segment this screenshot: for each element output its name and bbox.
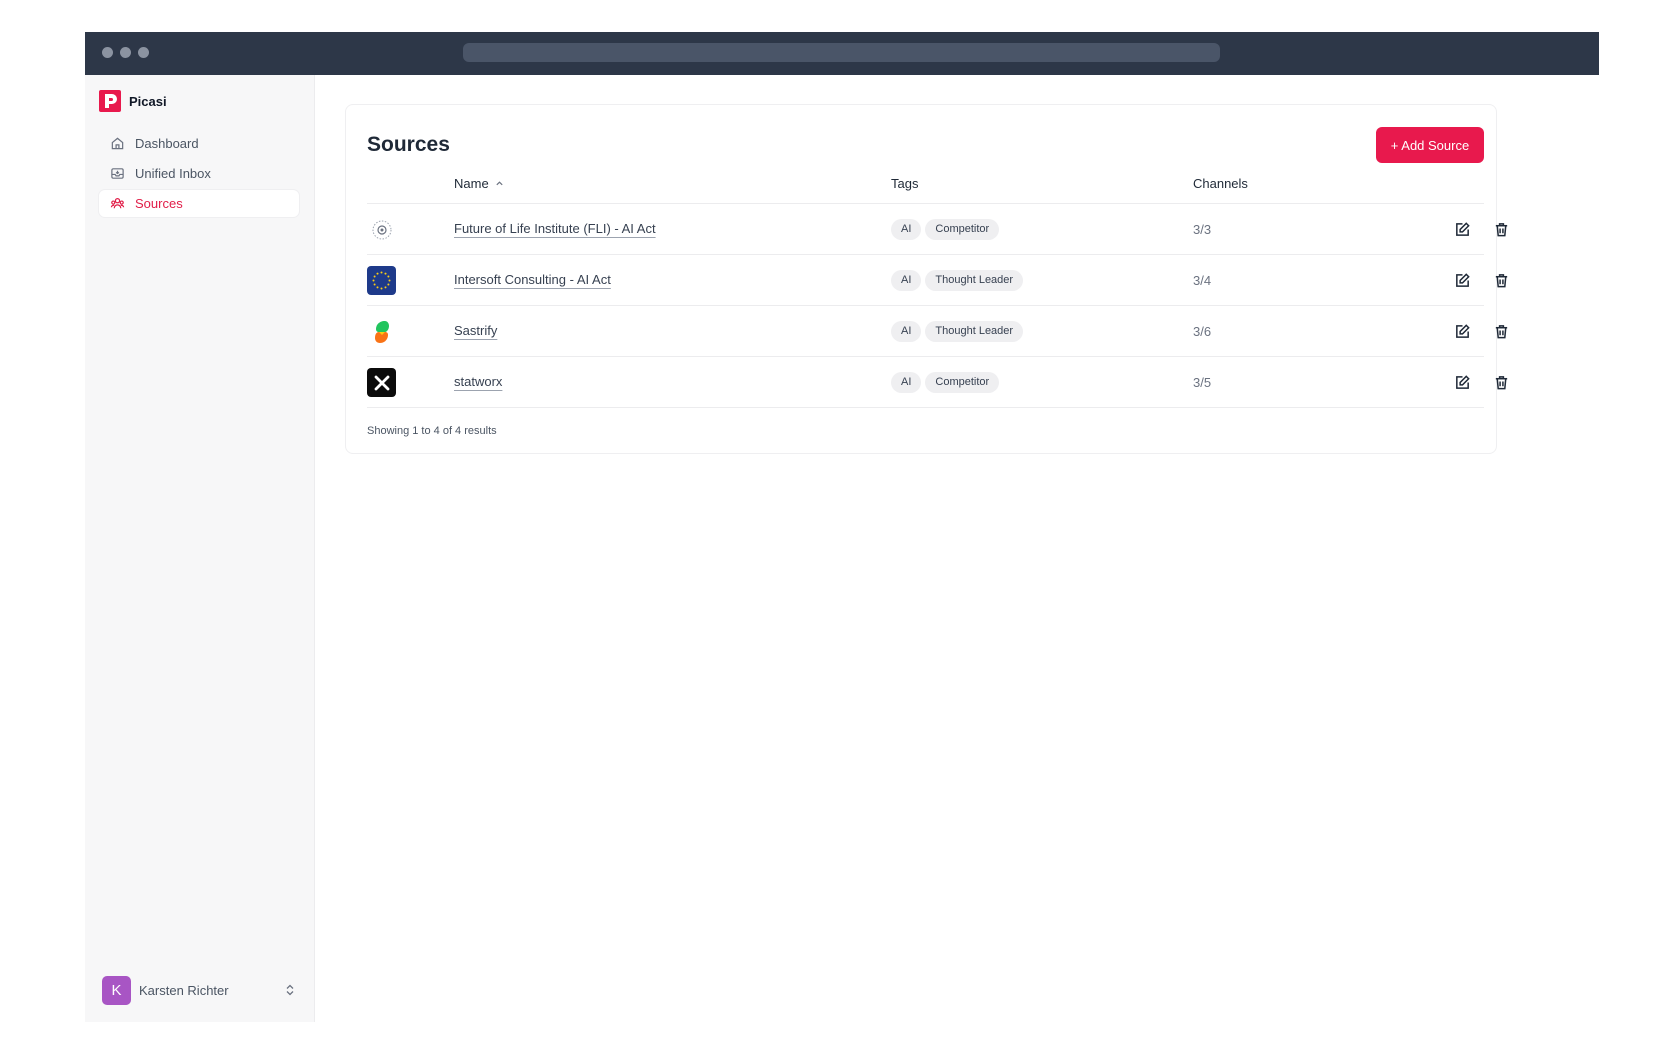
column-header-channels: Channels bbox=[1193, 176, 1248, 191]
tag-badge: AI bbox=[891, 270, 922, 291]
tag-badge: AI bbox=[891, 219, 922, 240]
column-header-tags: Tags bbox=[891, 176, 918, 191]
edit-button[interactable] bbox=[1453, 373, 1472, 392]
eu-stars-icon bbox=[372, 271, 391, 290]
trash-icon bbox=[1495, 223, 1508, 237]
channels-count: 3/6 bbox=[1193, 324, 1212, 339]
edit-button[interactable] bbox=[1453, 220, 1472, 239]
channels-count: 3/4 bbox=[1193, 273, 1212, 288]
tag-badge: Competitor bbox=[925, 219, 1000, 240]
trash-icon bbox=[1495, 376, 1508, 390]
delete-button[interactable] bbox=[1492, 322, 1511, 341]
column-header-label: Name bbox=[454, 176, 489, 191]
column-header-name[interactable]: Name bbox=[454, 176, 504, 191]
tag-badge: Competitor bbox=[925, 372, 1000, 393]
window-maximize-dot[interactable] bbox=[138, 47, 149, 58]
pagination-summary: Showing 1 to 4 of 4 results bbox=[367, 425, 497, 437]
add-source-button[interactable]: + Add Source bbox=[1376, 127, 1484, 163]
edit-icon bbox=[1456, 222, 1470, 236]
user-menu[interactable]: K Karsten Richter bbox=[102, 975, 297, 1005]
page-title: Sources bbox=[367, 133, 450, 156]
user-name: Karsten Richter bbox=[139, 982, 229, 998]
sastrify-logo bbox=[367, 317, 396, 346]
tag-list: AI Thought Leader bbox=[891, 321, 1024, 342]
edit-button[interactable] bbox=[1453, 271, 1472, 290]
sidebar: Picasi Dashboard Unified Inbox Sources K… bbox=[85, 75, 315, 1022]
sources-icon bbox=[110, 198, 125, 209]
source-name-link[interactable]: Intersoft Consulting - AI Act bbox=[454, 272, 611, 287]
x-logo bbox=[367, 368, 396, 397]
tag-list: AI Competitor bbox=[891, 219, 1000, 240]
trash-icon bbox=[1495, 325, 1508, 339]
sidebar-item-label: Dashboard bbox=[135, 136, 199, 151]
sastrify-logo-icon bbox=[374, 320, 389, 343]
sidebar-item-unified-inbox[interactable]: Unified Inbox bbox=[99, 160, 299, 187]
tag-list: AI Thought Leader bbox=[891, 270, 1024, 291]
source-name-link[interactable]: Future of Life Institute (FLI) - AI Act bbox=[454, 221, 656, 236]
sidebar-item-label: Unified Inbox bbox=[135, 166, 211, 181]
picasi-logo-icon bbox=[99, 90, 121, 112]
edit-icon bbox=[1456, 273, 1470, 287]
tag-badge: AI bbox=[891, 372, 922, 393]
eu-flag-logo bbox=[367, 266, 396, 295]
chevron-up-down-icon bbox=[286, 984, 294, 996]
fli-logo-icon bbox=[372, 220, 391, 239]
table-row: statworx AI Competitor 3/5 bbox=[367, 357, 1508, 408]
browser-titlebar bbox=[85, 32, 1599, 75]
delete-button[interactable] bbox=[1492, 220, 1511, 239]
source-name-link[interactable]: statworx bbox=[454, 374, 502, 389]
browser-window: Picasi Dashboard Unified Inbox Sources K… bbox=[85, 32, 1599, 1022]
delete-button[interactable] bbox=[1492, 271, 1511, 290]
sources-card: Sources + Add Source Name Tags Channels … bbox=[345, 104, 1508, 454]
tag-badge: Thought Leader bbox=[925, 270, 1024, 291]
brand[interactable]: Picasi bbox=[99, 90, 167, 112]
x-logo-icon bbox=[374, 375, 389, 390]
brand-name: Picasi bbox=[129, 93, 167, 109]
channels-count: 3/3 bbox=[1193, 222, 1212, 237]
column-header-label: Tags bbox=[891, 176, 919, 191]
window-minimize-dot[interactable] bbox=[120, 47, 131, 58]
trash-icon bbox=[1495, 274, 1508, 288]
sidebar-item-sources[interactable]: Sources bbox=[99, 190, 299, 217]
inbox-icon bbox=[111, 168, 124, 179]
table-row: Sastrify AI Thought Leader 3/6 bbox=[367, 306, 1508, 357]
edit-button[interactable] bbox=[1453, 322, 1472, 341]
sidebar-item-dashboard[interactable]: Dashboard bbox=[99, 130, 299, 157]
tag-badge: AI bbox=[891, 321, 922, 342]
fli-logo bbox=[367, 215, 396, 244]
column-header-label: Channels bbox=[1193, 176, 1248, 191]
table-row: Intersoft Consulting - AI Act AI Thought… bbox=[367, 255, 1508, 306]
tag-list: AI Competitor bbox=[891, 372, 1000, 393]
table-row: Future of Life Institute (FLI) - AI Act … bbox=[367, 204, 1508, 255]
delete-button[interactable] bbox=[1492, 373, 1511, 392]
sort-ascending-icon bbox=[496, 181, 503, 186]
tag-badge: Thought Leader bbox=[925, 321, 1024, 342]
channels-count: 3/5 bbox=[1193, 375, 1212, 390]
edit-icon bbox=[1456, 375, 1470, 389]
window-close-dot[interactable] bbox=[102, 47, 113, 58]
address-bar[interactable] bbox=[463, 43, 1220, 62]
sidebar-item-label: Sources bbox=[135, 196, 183, 211]
avatar: K bbox=[102, 975, 131, 1005]
source-name-link[interactable]: Sastrify bbox=[454, 323, 497, 338]
home-icon bbox=[111, 137, 124, 150]
edit-icon bbox=[1456, 324, 1470, 338]
